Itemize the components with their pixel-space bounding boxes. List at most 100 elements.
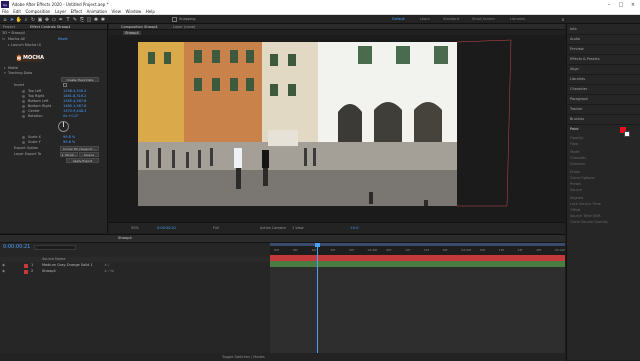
param-center-value[interactable]: 1370.9,448.3 bbox=[63, 109, 86, 113]
tab-timeline-comp[interactable]: Stroop4 bbox=[118, 236, 132, 240]
panel-preview[interactable]: Preview bbox=[570, 47, 584, 51]
type-tool-icon[interactable]: T bbox=[65, 16, 71, 23]
zoom-dropdown[interactable]: 50% bbox=[131, 226, 139, 230]
create-track-data-button[interactable]: Create Track Data bbox=[61, 77, 99, 82]
menu-edit[interactable]: Edit bbox=[13, 9, 21, 14]
camera-tool-icon[interactable]: ▣ bbox=[37, 16, 43, 23]
stopwatch-icon[interactable] bbox=[22, 115, 25, 118]
panel-brushes[interactable]: Brushes bbox=[570, 117, 584, 121]
playhead-handle[interactable] bbox=[315, 243, 321, 247]
eraser-tool-icon[interactable]: ◫ bbox=[86, 16, 92, 23]
rotation-dial[interactable] bbox=[58, 121, 69, 132]
menu-help[interactable]: Help bbox=[146, 9, 155, 14]
playhead[interactable] bbox=[315, 243, 321, 361]
pan-behind-tool-icon[interactable]: ✥ bbox=[44, 16, 50, 23]
minimize-icon[interactable]: – bbox=[603, 0, 615, 9]
camera-dropdown[interactable]: Active Camera bbox=[260, 226, 286, 230]
export-option-dropdown[interactable]: Corner Pin (Support ... bbox=[60, 146, 99, 151]
close-icon[interactable]: × bbox=[627, 0, 639, 9]
exposure-value[interactable]: +0.0 bbox=[350, 226, 359, 230]
layer-label-color[interactable] bbox=[24, 264, 28, 268]
param-top-right-value[interactable]: 1481.8,316.2 bbox=[63, 94, 86, 98]
maximize-icon[interactable]: □ bbox=[615, 0, 627, 9]
stopwatch-icon[interactable] bbox=[22, 100, 25, 103]
param-top-left-value[interactable]: 1256.4,340.4 bbox=[63, 89, 86, 93]
toggle-switches-modes[interactable]: Toggle Switches / Modes bbox=[222, 355, 265, 359]
layer-row[interactable]: ◉ 2 Stroop4 ⚓ ∕ fx bbox=[0, 269, 270, 275]
panel-info[interactable]: Info bbox=[570, 27, 577, 31]
track-area[interactable] bbox=[270, 243, 565, 361]
layer-label-color[interactable] bbox=[24, 270, 28, 274]
visibility-eye-icon[interactable]: ◉ bbox=[2, 269, 5, 273]
snapping-checkbox[interactable] bbox=[172, 17, 177, 22]
search-help-icon[interactable]: ⌕ bbox=[560, 16, 566, 23]
stopwatch-icon[interactable] bbox=[22, 95, 25, 98]
panel-effects-presets[interactable]: Effects & Presets bbox=[570, 57, 600, 61]
param-bottom-right-value[interactable]: 1480.1,567.6 bbox=[63, 104, 86, 108]
menu-file[interactable]: File bbox=[2, 9, 9, 14]
timeline-timecode[interactable]: 0:00:00:21 bbox=[3, 244, 30, 250]
stopwatch-icon[interactable] bbox=[22, 105, 25, 108]
stopwatch-icon[interactable] bbox=[22, 136, 25, 139]
param-rotation-value[interactable]: 0x +0.0° bbox=[63, 114, 79, 118]
stopwatch-icon[interactable] bbox=[22, 110, 25, 113]
expand-icon[interactable]: ▸ bbox=[8, 43, 10, 47]
pen-tool-icon[interactable]: ✒ bbox=[58, 16, 64, 23]
layer-source-dropdown[interactable]: Source bbox=[79, 152, 99, 157]
layer-switches[interactable]: ⚓ ∕ fx bbox=[104, 269, 114, 273]
corner-pin-overlay[interactable] bbox=[109, 24, 565, 233]
resolution-dropdown[interactable]: Full bbox=[213, 226, 219, 230]
source-name-header[interactable]: Source Name bbox=[42, 257, 65, 261]
stopwatch-icon[interactable] bbox=[22, 141, 25, 144]
panel-tracker[interactable]: Tracker bbox=[570, 107, 583, 111]
zoom-tool-icon[interactable]: ⌕ bbox=[23, 16, 29, 23]
panel-audio[interactable]: Audio bbox=[570, 37, 580, 41]
launch-mocha-button[interactable]: Launch Mocha UI bbox=[11, 43, 41, 47]
menu-effect[interactable]: Effect bbox=[71, 9, 83, 14]
param-scale-x-value[interactable]: 99.8 % bbox=[63, 135, 75, 139]
tab-effect-controls[interactable]: Effect Controls Stroop4 bbox=[30, 25, 70, 29]
roto-brush-tool-icon[interactable]: ✺ bbox=[93, 16, 99, 23]
panel-paragraph[interactable]: Paragraph bbox=[570, 97, 588, 101]
layer-switches[interactable]: ⚓ ∕ bbox=[104, 263, 109, 267]
workspace-libraries[interactable]: Libraries bbox=[510, 17, 525, 21]
panel-paint[interactable]: Paint bbox=[570, 127, 579, 131]
reset-link[interactable]: Reset bbox=[58, 37, 68, 41]
stopwatch-icon[interactable] bbox=[22, 90, 25, 93]
workspace-small-screen[interactable]: Small Screen bbox=[472, 17, 495, 21]
views-dropdown[interactable]: 1 View bbox=[292, 226, 304, 230]
clone-stamp-tool-icon[interactable]: ⎘ bbox=[79, 16, 85, 23]
rotate-tool-icon[interactable]: ↻ bbox=[30, 16, 36, 23]
invert-checkbox[interactable] bbox=[63, 83, 67, 87]
workspace-learn[interactable]: Learn bbox=[420, 17, 430, 21]
viewer-timecode[interactable]: 0:00:00:21 bbox=[157, 226, 176, 230]
workspace-standard[interactable]: Standard bbox=[443, 17, 459, 21]
paint-secondary-color-swatch[interactable] bbox=[624, 131, 630, 137]
menu-window[interactable]: Window bbox=[126, 9, 142, 14]
tracking-expand-icon[interactable]: ▾ bbox=[4, 71, 6, 75]
apply-export-button[interactable]: Apply Export bbox=[66, 158, 99, 163]
menu-view[interactable]: View bbox=[112, 9, 122, 14]
layer-export-dropdown[interactable]: 1. Monit... bbox=[60, 152, 78, 157]
menu-composition[interactable]: Composition bbox=[25, 9, 50, 14]
panel-align[interactable]: Align bbox=[570, 67, 579, 71]
param-bottom-left-value[interactable]: 1265.4,567.6 bbox=[63, 99, 86, 103]
puppet-tool-icon[interactable]: ✱ bbox=[100, 16, 106, 23]
matte-expand-icon[interactable]: ▸ bbox=[4, 66, 6, 70]
tab-project[interactable]: Project bbox=[3, 25, 15, 29]
home-icon[interactable]: ⌂ bbox=[2, 16, 8, 23]
menu-animation[interactable]: Animation bbox=[87, 9, 107, 14]
panel-character[interactable]: Character bbox=[570, 87, 587, 91]
visibility-eye-icon[interactable]: ◉ bbox=[2, 263, 5, 267]
panel-libraries[interactable]: Libraries bbox=[570, 77, 585, 81]
hand-tool-icon[interactable]: ✋ bbox=[16, 16, 22, 23]
param-scale-y-value[interactable]: 99.8 % bbox=[63, 140, 75, 144]
brush-tool-icon[interactable]: ✎ bbox=[72, 16, 78, 23]
rectangle-tool-icon[interactable]: ▭ bbox=[51, 16, 57, 23]
workspace-default[interactable]: Default bbox=[392, 17, 405, 21]
fx-icon[interactable]: fx bbox=[2, 37, 5, 41]
layer-name[interactable]: Medium Gray-Orange Solid 1 bbox=[42, 263, 93, 267]
layer-2-bar[interactable] bbox=[270, 261, 565, 267]
layer-name[interactable]: Stroop4 bbox=[42, 269, 56, 273]
selection-tool-icon[interactable]: ➤ bbox=[9, 16, 15, 23]
